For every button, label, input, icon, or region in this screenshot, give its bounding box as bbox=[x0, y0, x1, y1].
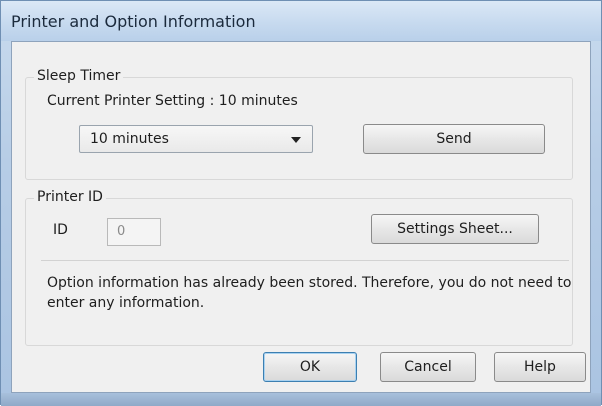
help-button[interactable]: Help bbox=[494, 352, 586, 382]
settings-sheet-button[interactable]: Settings Sheet... bbox=[371, 214, 539, 244]
sleep-timer-selected-value: 10 minutes bbox=[90, 131, 169, 147]
chevron-down-icon bbox=[291, 137, 301, 143]
printer-id-group-label: Printer ID bbox=[34, 189, 106, 205]
sleep-timer-group-label: Sleep Timer bbox=[34, 68, 124, 84]
settings-sheet-button-label: Settings Sheet... bbox=[397, 221, 513, 237]
printer-id-field[interactable]: 0 bbox=[107, 218, 161, 246]
id-label: ID bbox=[53, 222, 68, 238]
title-bar[interactable]: Printer and Option Information bbox=[1, 1, 601, 41]
cancel-button-label: Cancel bbox=[404, 359, 452, 375]
cancel-button[interactable]: Cancel bbox=[380, 352, 476, 382]
ok-button[interactable]: OK bbox=[263, 352, 357, 382]
help-button-label: Help bbox=[524, 359, 556, 375]
ok-button-label: OK bbox=[299, 359, 321, 375]
current-setting-label: Current Printer Setting : 10 minutes bbox=[47, 93, 298, 109]
dialog-window: Printer and Option Information Sleep Tim… bbox=[0, 0, 602, 406]
sleep-timer-select[interactable]: 10 minutes bbox=[79, 125, 313, 153]
send-button-label: Send bbox=[436, 131, 472, 147]
window-bottom-border bbox=[1, 393, 601, 406]
printer-id-value: 0 bbox=[117, 224, 126, 239]
option-info-message: Option information has already been stor… bbox=[47, 275, 572, 311]
send-button[interactable]: Send bbox=[363, 124, 545, 154]
divider bbox=[41, 260, 569, 261]
window-title: Printer and Option Information bbox=[11, 12, 256, 31]
